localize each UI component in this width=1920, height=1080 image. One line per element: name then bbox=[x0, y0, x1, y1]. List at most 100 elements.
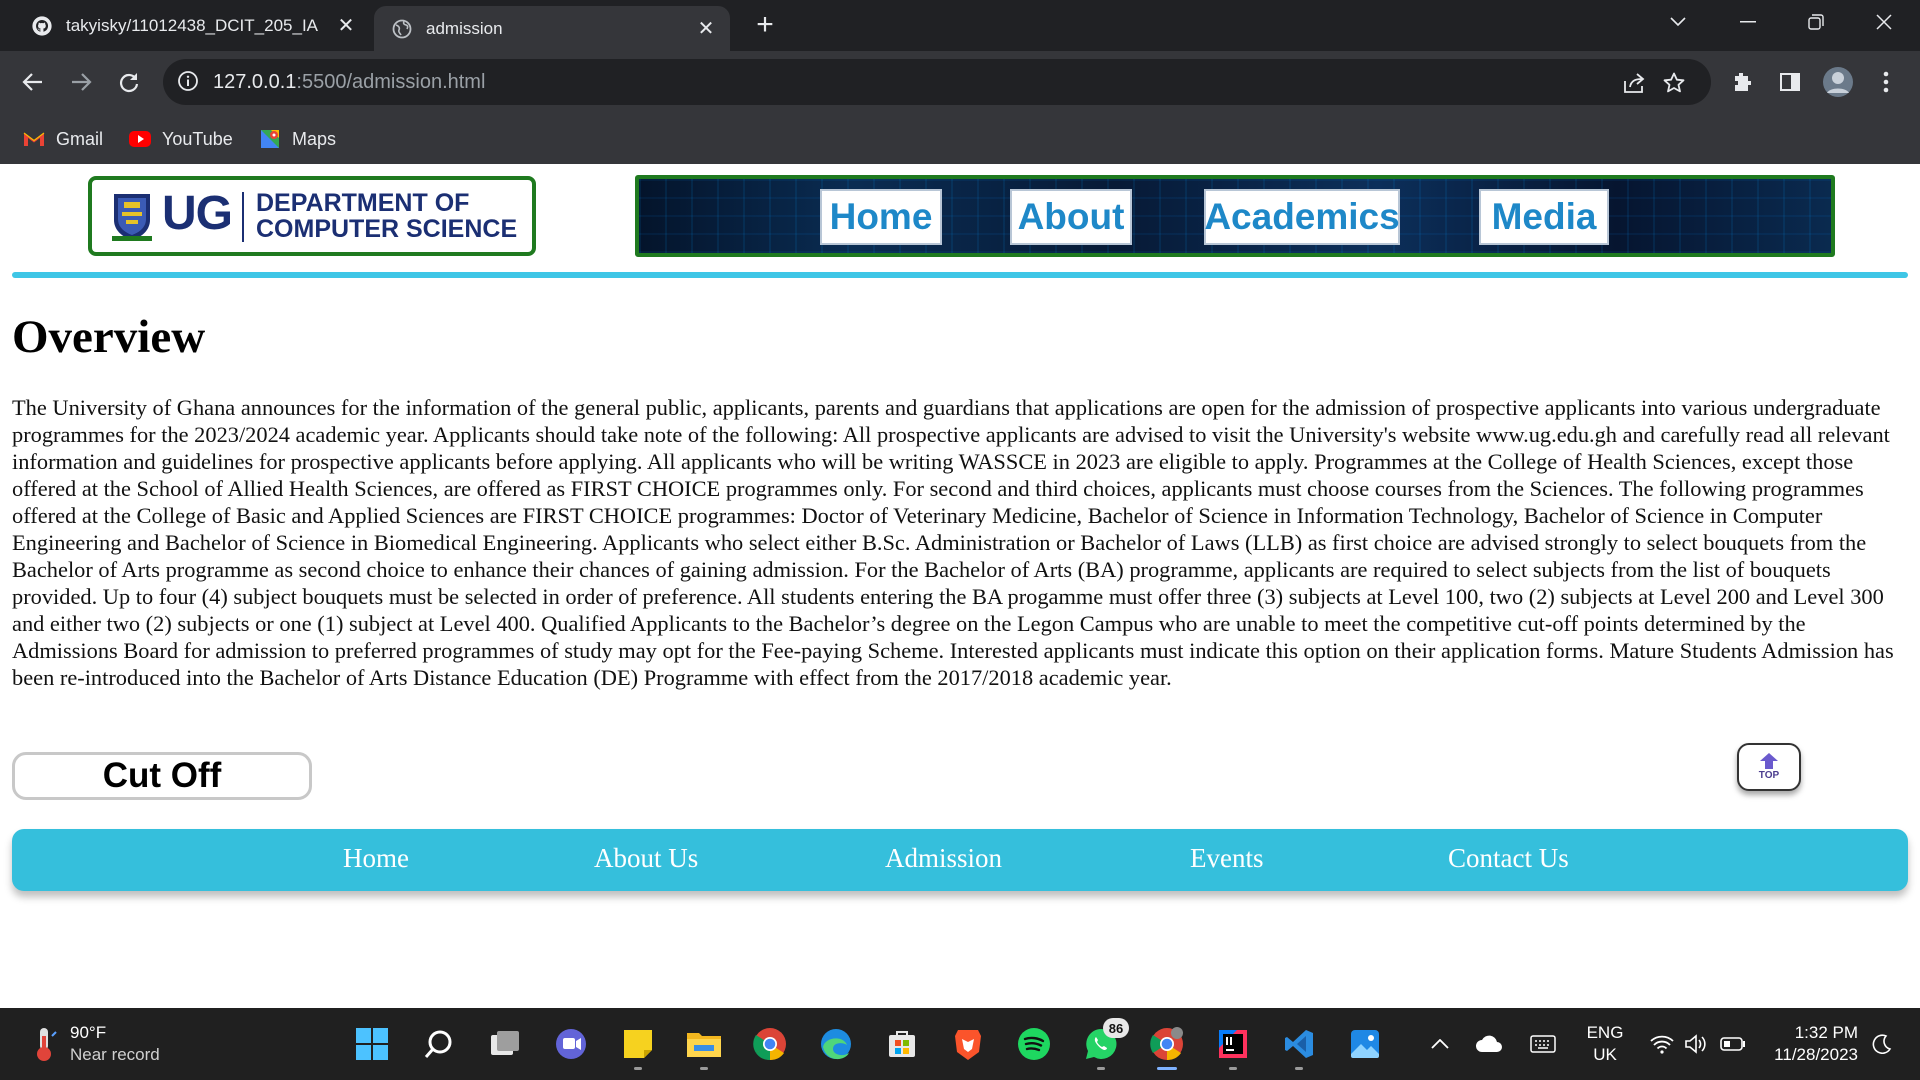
clock-date: 11/28/2023 bbox=[1774, 1045, 1858, 1064]
lang-line2: UK bbox=[1593, 1045, 1617, 1064]
footer-nav: Home About Us Admission Events Contact U… bbox=[12, 829, 1908, 891]
bookmark-star-icon[interactable] bbox=[1661, 70, 1687, 96]
logo-divider bbox=[242, 192, 244, 242]
browser-tab-bar: takyisky/11012438_DCIT_205_IA ✕ admissio… bbox=[0, 0, 1920, 51]
arrow-up-icon bbox=[1760, 753, 1778, 769]
close-icon[interactable]: ✕ bbox=[692, 15, 720, 43]
running-indicator bbox=[1295, 1067, 1303, 1070]
menu-kebab-icon[interactable] bbox=[1869, 65, 1903, 99]
top-label: TOP bbox=[1758, 770, 1780, 781]
top-nav-banner: Home About Academics Media bbox=[635, 175, 1835, 257]
maps-icon bbox=[258, 128, 282, 150]
footer-link-admission[interactable]: Admission bbox=[885, 843, 1002, 874]
volume-icon[interactable] bbox=[1682, 1028, 1710, 1060]
tab-title: takyisky/11012438_DCIT_205_IA bbox=[66, 15, 319, 35]
cut-off-button[interactable]: Cut Off bbox=[12, 752, 312, 800]
side-panel-icon[interactable] bbox=[1773, 65, 1807, 99]
lang-line1: ENG bbox=[1586, 1023, 1624, 1042]
weather-widget[interactable]: 90°F Near record bbox=[30, 1022, 160, 1066]
photos-icon[interactable] bbox=[1345, 1024, 1385, 1064]
extensions-icon[interactable] bbox=[1725, 65, 1759, 99]
bookmark-gmail[interactable]: Gmail bbox=[22, 125, 103, 153]
bookmarks-bar: Gmail YouTube Maps bbox=[0, 113, 1920, 164]
site-info-icon[interactable] bbox=[177, 70, 201, 94]
teams-chat-icon[interactable] bbox=[551, 1024, 591, 1064]
running-indicator bbox=[1229, 1067, 1237, 1070]
system-clock[interactable]: 1:32 PM 11/28/2023 bbox=[1758, 1022, 1858, 1066]
restore-icon[interactable] bbox=[1792, 0, 1840, 44]
store-icon[interactable] bbox=[882, 1024, 922, 1064]
tab-admission[interactable]: admission ✕ bbox=[374, 6, 730, 51]
footer-link-events[interactable]: Events bbox=[1190, 843, 1264, 874]
tab-search-icon[interactable] bbox=[1654, 0, 1702, 44]
bookmark-label: Gmail bbox=[56, 128, 104, 149]
youtube-icon bbox=[128, 128, 152, 150]
battery-icon[interactable] bbox=[1718, 1028, 1748, 1060]
logo-department-text: DEPARTMENT OF COMPUTER SCIENCE bbox=[256, 190, 517, 242]
window-close-icon[interactable] bbox=[1860, 0, 1908, 44]
chevron-up-icon[interactable] bbox=[1428, 1028, 1452, 1060]
weather-temp: 90°F bbox=[70, 1023, 107, 1042]
search-icon[interactable] bbox=[419, 1024, 459, 1064]
spotify-icon[interactable] bbox=[1014, 1024, 1054, 1064]
vscode-icon[interactable] bbox=[1279, 1024, 1319, 1070]
whatsapp-icon[interactable]: 86 bbox=[1081, 1018, 1129, 1070]
chrome-profile-icon[interactable] bbox=[1147, 1024, 1187, 1070]
address-url: 127.0.0.1:5500/admission.html bbox=[213, 71, 486, 93]
ug-crest-icon bbox=[110, 190, 154, 242]
start-icon[interactable] bbox=[352, 1024, 392, 1064]
footer-link-contact-us[interactable]: Contact Us bbox=[1448, 843, 1569, 874]
globe-icon bbox=[390, 17, 414, 41]
edge-icon[interactable] bbox=[816, 1024, 856, 1064]
logo-ug-text: UG bbox=[162, 187, 233, 240]
task-view-icon[interactable] bbox=[485, 1024, 525, 1064]
bookmark-label: Maps bbox=[292, 128, 337, 149]
profile-avatar[interactable] bbox=[1821, 65, 1855, 99]
minimize-icon[interactable] bbox=[1724, 0, 1772, 44]
notification-badge: 86 bbox=[1103, 1018, 1129, 1038]
thermometer-icon bbox=[37, 1028, 57, 1061]
footer-link-about-us[interactable]: About Us bbox=[594, 843, 698, 874]
nav-academics-button[interactable]: Academics bbox=[1204, 189, 1400, 245]
nav-media-button[interactable]: Media bbox=[1479, 189, 1609, 245]
weather-text: 90°F Near record bbox=[70, 1022, 160, 1066]
intellij-icon[interactable] bbox=[1213, 1024, 1253, 1070]
wifi-icon[interactable] bbox=[1648, 1028, 1676, 1060]
logo-dept-line1: DEPARTMENT OF bbox=[256, 189, 470, 217]
file-explorer-icon[interactable] bbox=[684, 1024, 724, 1070]
overview-paragraph: The University of Ghana announces for th… bbox=[12, 395, 1894, 690]
github-icon bbox=[30, 14, 54, 38]
nav-home-button[interactable]: Home bbox=[820, 189, 942, 245]
tab-github[interactable]: takyisky/11012438_DCIT_205_IA ✕ bbox=[14, 0, 370, 51]
chrome-icon[interactable] bbox=[750, 1024, 790, 1064]
close-icon[interactable]: ✕ bbox=[332, 12, 360, 40]
nav-about-button[interactable]: About bbox=[1010, 189, 1132, 245]
new-tab-button[interactable]: + bbox=[750, 10, 780, 40]
onedrive-cloud-icon[interactable] bbox=[1474, 1028, 1504, 1060]
bookmark-youtube[interactable]: YouTube bbox=[128, 125, 233, 153]
reload-icon[interactable] bbox=[112, 65, 146, 99]
browser-toolbar: 127.0.0.1:5500/admission.html bbox=[0, 51, 1920, 113]
share-icon[interactable] bbox=[1621, 70, 1647, 96]
bookmark-maps[interactable]: Maps bbox=[258, 125, 336, 153]
back-icon[interactable] bbox=[16, 65, 50, 99]
footer-link-home[interactable]: Home bbox=[343, 843, 409, 874]
active-indicator bbox=[1157, 1067, 1177, 1070]
back-to-top-button[interactable]: TOP bbox=[1737, 743, 1801, 791]
forward-icon[interactable] bbox=[64, 65, 98, 99]
running-indicator bbox=[634, 1067, 642, 1070]
department-logo[interactable]: UG DEPARTMENT OF COMPUTER SCIENCE bbox=[88, 176, 536, 256]
windows-taskbar: 90°F Near record 86 ENG UK 1:32 PM 11/28… bbox=[0, 1008, 1920, 1080]
input-language[interactable]: ENG UK bbox=[1583, 1022, 1627, 1066]
weather-desc: Near record bbox=[70, 1045, 160, 1064]
running-indicator bbox=[700, 1067, 708, 1070]
touch-keyboard-icon[interactable] bbox=[1528, 1028, 1558, 1060]
page-title: Overview bbox=[12, 311, 206, 363]
tab-title: admission bbox=[426, 18, 503, 38]
brave-icon[interactable] bbox=[948, 1024, 988, 1064]
address-bar[interactable]: 127.0.0.1:5500/admission.html bbox=[163, 59, 1711, 105]
clock-time: 1:32 PM bbox=[1794, 1023, 1858, 1042]
sticky-notes-icon[interactable] bbox=[618, 1024, 658, 1070]
notifications-moon-icon[interactable] bbox=[1868, 1028, 1896, 1060]
web-page: UG DEPARTMENT OF COMPUTER SCIENCE Home A… bbox=[0, 164, 1920, 1008]
